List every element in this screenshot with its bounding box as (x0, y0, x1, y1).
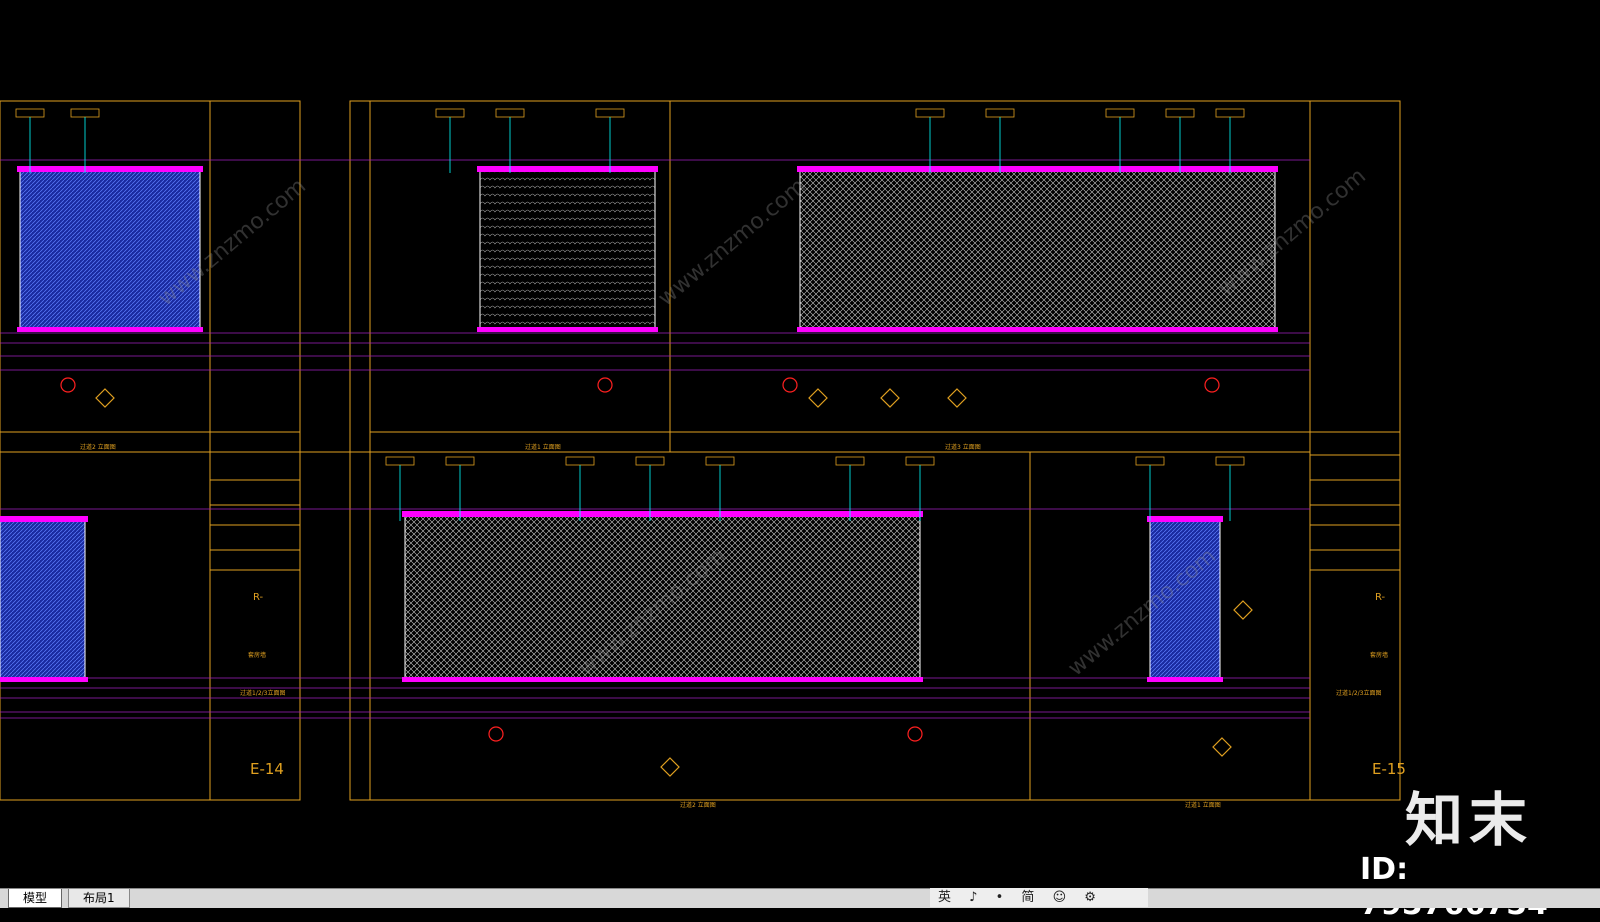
floor-band (797, 327, 1278, 332)
floor-band (477, 327, 658, 332)
index-marker (880, 388, 900, 408)
section-marker (907, 726, 923, 742)
emoji-icon[interactable]: ☺ (1053, 890, 1067, 905)
ime-dot-toggle[interactable]: • (996, 890, 1004, 905)
sheet-frame (349, 100, 371, 801)
index-marker (1233, 600, 1253, 620)
watermark-logo: 知末 (1405, 786, 1534, 854)
ceiling-band (402, 511, 923, 517)
section-marker (782, 377, 798, 393)
material-tag (1105, 108, 1135, 118)
section-marker (1204, 377, 1220, 393)
sheet-desc-e14: 过道1/2/3立面图 (240, 690, 286, 697)
elevation-caption: 过道1 立面图 (525, 444, 561, 451)
floor-band (1147, 677, 1223, 682)
material-tag (1135, 456, 1165, 466)
ceiling-band (797, 166, 1278, 172)
tab-layout1[interactable]: 布局1 (68, 889, 130, 908)
material-tag (435, 108, 465, 118)
sheet-title-e14: 套房墙 (248, 652, 267, 659)
layout-tab-bar: 模型 布局1 (0, 888, 1600, 908)
material-tag (385, 456, 415, 466)
elevation-caption: 过道2 立面图 (80, 444, 116, 451)
material-tag (445, 456, 475, 466)
index-marker (95, 388, 115, 408)
sheet-code-e15: E-15 (1372, 760, 1406, 778)
material-tag (15, 108, 45, 118)
floor-band (0, 677, 88, 682)
ceiling-band (0, 516, 88, 522)
elevation-caption: 过道1 立面图 (1185, 802, 1221, 809)
material-tag (595, 108, 625, 118)
elevation-panel (799, 169, 1276, 331)
section-marker (60, 377, 76, 393)
index-marker (947, 388, 967, 408)
sheet-r-label-e15: R- (1375, 592, 1386, 603)
index-marker (1212, 737, 1232, 757)
section-marker (488, 726, 504, 742)
sheet-title-e15: 套房墙 (1370, 652, 1389, 659)
floor-band (17, 327, 203, 332)
material-tag (905, 456, 935, 466)
cad-drawing-canvas[interactable] (0, 0, 1600, 888)
tab-model[interactable]: 模型 (8, 889, 63, 908)
material-tag (70, 108, 100, 118)
sheet-code-e14: E-14 (250, 760, 284, 778)
ceiling-band (477, 166, 658, 172)
floor-band (402, 677, 923, 682)
material-tag (565, 456, 595, 466)
watermark-id: ID: 795766754 (1360, 852, 1548, 922)
material-tag (985, 108, 1015, 118)
material-tag (495, 108, 525, 118)
sheet-r-label-e14: R- (253, 592, 264, 603)
material-tag (915, 108, 945, 118)
sheet-desc-e15: 过道1/2/3立面图 (1336, 690, 1382, 697)
elevation-panel (0, 519, 86, 681)
index-marker (660, 757, 680, 777)
elevation-panel (479, 169, 656, 331)
section-marker (597, 377, 613, 393)
material-tag (705, 456, 735, 466)
material-tag (835, 456, 865, 466)
ceiling-band (1147, 516, 1223, 522)
material-tag (1215, 456, 1245, 466)
material-tag (1215, 108, 1245, 118)
material-tag (1165, 108, 1195, 118)
index-marker (808, 388, 828, 408)
material-tag (635, 456, 665, 466)
ime-simplified-toggle[interactable]: 简 (1021, 890, 1034, 905)
elevation-caption: 过道3 立面图 (945, 444, 981, 451)
ime-punct-toggle[interactable]: ♪ (969, 890, 977, 905)
ime-status-bar: 英 ♪ • 简 ☺ ⚙ (930, 888, 1148, 907)
ime-lang-toggle[interactable]: 英 (938, 890, 951, 905)
elevation-caption: 过道2 立面图 (680, 802, 716, 809)
settings-gear-icon[interactable]: ⚙ (1084, 890, 1096, 905)
ceiling-band (17, 166, 203, 172)
